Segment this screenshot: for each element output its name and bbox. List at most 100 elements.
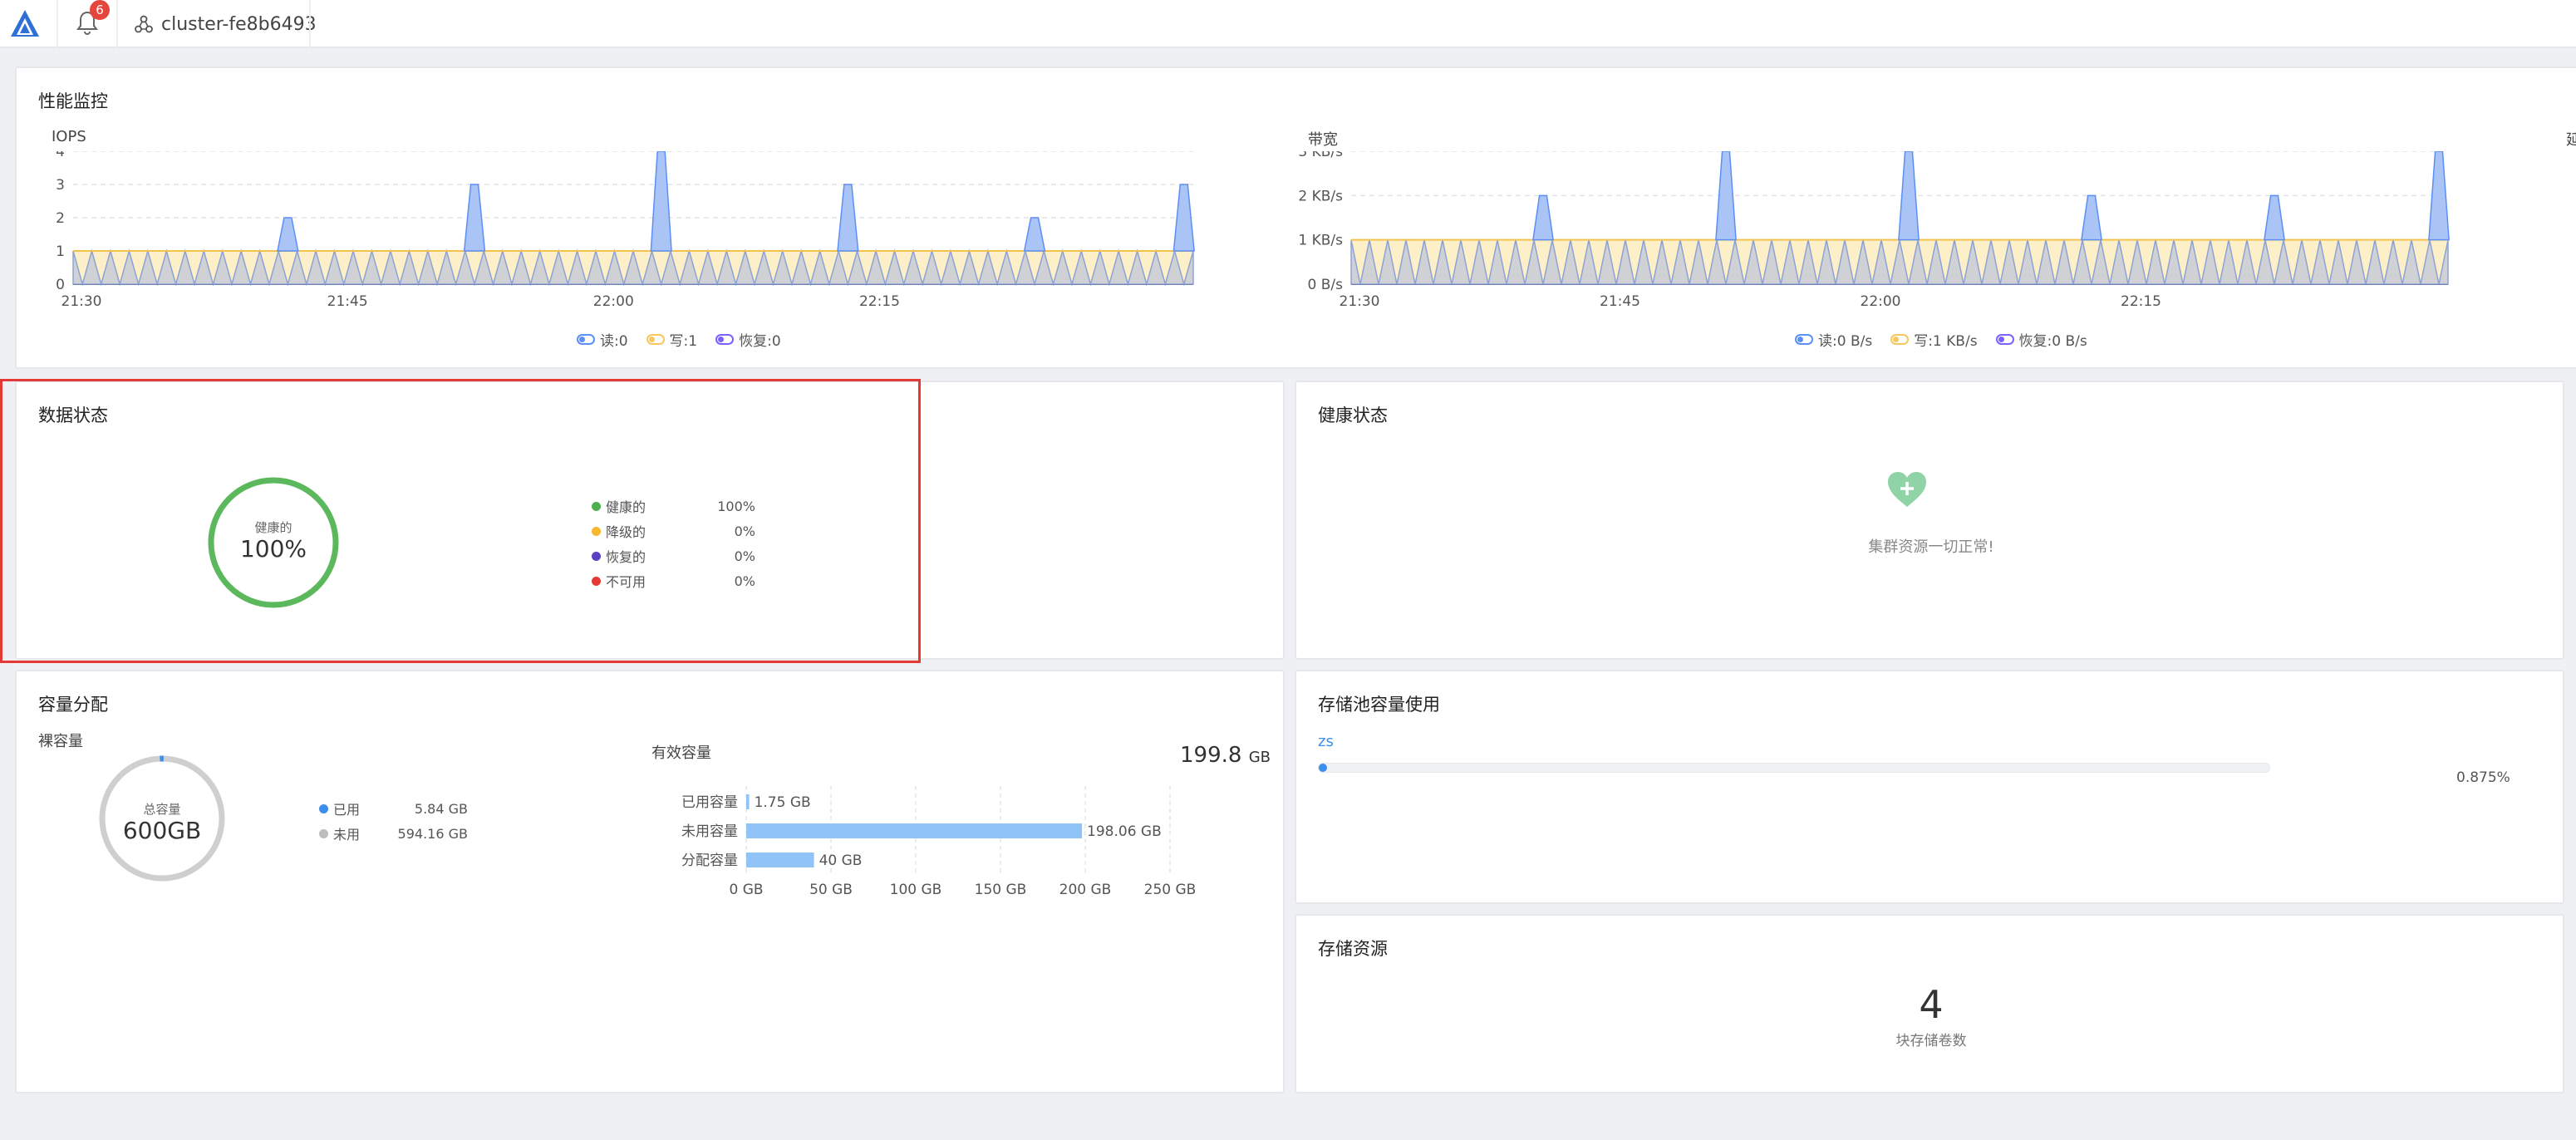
bandwidth-label: 带宽 (1308, 131, 1338, 149)
read-series-point (1532, 194, 1554, 241)
capacity-legend-item: 已用 5.84 GB (319, 796, 485, 821)
volume-count[interactable]: 4 (1296, 982, 2566, 1027)
bandwidth-chart: 0 B/s 1 KB/s 2 KB/s 3 KB/s 21:30 21:45 22:00 22… (1298, 151, 2450, 310)
legend-label: 恢复:0 (739, 333, 781, 350)
legend-label: 写:1 KB/s (1914, 333, 1978, 350)
effective-capacity-total: 199.8 GB (1180, 743, 1271, 768)
capacity-card: 容量分配 裸容量 总容量 600GB 已用 5.84 GB 未用 594.16 GB … (15, 670, 1285, 1093)
legend-label: 不可用 (606, 574, 646, 590)
storage-resource-title: 存储资源 (1318, 939, 1388, 959)
app-logo-icon[interactable] (8, 7, 42, 40)
total-capacity-label: 总容量 (143, 802, 181, 817)
pool-usage-percent: 0.875% (2456, 769, 2510, 786)
bar-category-label: 已用容量 (681, 794, 738, 811)
x-tick-label: 200 GB (1059, 882, 1112, 898)
iops-chart: 0 1 2 3 4 21:30 21:45 22:00 22:15 (56, 151, 1195, 310)
read-series-point (1715, 151, 1737, 241)
y-tick-label: 4 (56, 151, 65, 160)
y-tick-label: 2 (56, 210, 65, 227)
total-capacity-value: 600GB (122, 817, 202, 844)
pool-usage-card: 存储池容量使用 zs 0.875% (1295, 670, 2564, 904)
performance-card: 性能监控 IOPS 带宽 延 0 1 2 3 4 21:30 21:45 22:00 22:15… (15, 66, 2576, 369)
legend-toggle-icon (646, 334, 665, 345)
notification-badge: 6 (90, 0, 110, 20)
legend-value: 0% (734, 572, 755, 589)
legend-label: 读:0 (600, 333, 628, 350)
iops-legend: 读:0 写:1 恢复:0 (577, 329, 781, 350)
latency-label: 延 (2566, 131, 2576, 149)
legend-value: 0% (734, 523, 755, 539)
x-tick-label: 22:15 (859, 293, 900, 310)
legend-toggle-icon (577, 334, 595, 345)
x-tick-label: 21:45 (1600, 293, 1640, 310)
data-status-card: 数据状态 健康的 100% 健康的 100% 降级的 0% 恢复的 0% 不可用 0% (15, 381, 1285, 660)
y-tick-label: 1 KB/s (1298, 233, 1343, 249)
legend-dot (319, 803, 328, 813)
raw-capacity-label: 裸容量 (38, 733, 83, 750)
write-series-area (72, 248, 1194, 287)
x-tick-label: 100 GB (890, 882, 942, 898)
pool-name[interactable]: zs (1318, 733, 1334, 750)
data-status-legend: 健康的 100% 降级的 0% 恢复的 0% 不可用 0% (592, 494, 799, 593)
bar (746, 794, 750, 809)
read-series-point (837, 184, 859, 252)
y-tick-label: 2 KB/s (1298, 188, 1343, 204)
read-series-point (463, 184, 486, 252)
health-card: 健康状态 集群资源一切正常! (1295, 381, 2564, 660)
x-tick-label: 0 GB (729, 882, 763, 898)
x-tick-label: 150 GB (975, 882, 1027, 898)
legend-item[interactable]: 读:0 B/s (1795, 329, 1872, 350)
legend-item[interactable]: 恢复:0 B/s (1995, 329, 2087, 350)
cluster-selector[interactable]: cluster-fe8b6493 (135, 10, 317, 38)
y-tick-label: 0 (56, 277, 65, 293)
bandwidth-legend: 读:0 B/s 写:1 KB/s 恢复:0 B/s (1795, 329, 2087, 350)
legend-dot (319, 828, 328, 838)
bar-category-label: 分配容量 (681, 853, 738, 869)
legend-value: 100% (717, 498, 755, 514)
y-tick-label: 3 KB/s (1298, 151, 1343, 160)
legend-item[interactable]: 写:1 (646, 329, 697, 350)
read-series-point (2081, 194, 2102, 241)
cluster-icon (135, 15, 153, 33)
x-tick-label: 22:00 (593, 293, 634, 310)
read-series-point (1023, 217, 1046, 252)
read-series-point (650, 151, 672, 252)
heart-plus-icon (1888, 472, 1926, 507)
effective-capacity-unit: GB (1248, 749, 1271, 766)
legend-value: 594.16 GB (397, 825, 468, 842)
y-tick-label: 1 (56, 243, 65, 260)
top-bar: 6 cluster-fe8b6493 (0, 0, 2576, 48)
data-status-legend-item: 健康的 100% (592, 494, 799, 518)
data-status-legend-item: 恢复的 0% (592, 543, 799, 568)
data-status-donut-value: 100% (239, 535, 307, 563)
legend-item[interactable]: 恢复:0 (715, 329, 781, 350)
health-message: 集群资源一切正常! (1868, 538, 1994, 556)
legend-label: 健康的 (606, 499, 646, 515)
effective-capacity-label: 有效容量 (651, 744, 711, 762)
legend-value: 0% (734, 548, 755, 564)
read-series-point (2428, 151, 2450, 241)
legend-label: 恢复的 (606, 549, 646, 565)
data-status-legend-item: 降级的 0% (592, 518, 799, 543)
legend-dot (592, 551, 601, 561)
bar-category-label: 未用容量 (681, 823, 738, 840)
effective-capacity-value: 199.8 (1180, 743, 1242, 768)
data-status-title: 数据状态 (38, 405, 108, 425)
legend-dot (592, 526, 601, 536)
legend-item[interactable]: 读:0 (577, 329, 628, 350)
legend-label: 降级的 (606, 524, 646, 540)
volume-count-label: 块存储卷数 (1895, 1033, 1967, 1049)
legend-toggle-icon (1890, 334, 1910, 345)
iops-label: IOPS (52, 128, 86, 145)
y-tick-label: 0 B/s (1308, 277, 1344, 293)
read-series-point (1172, 184, 1195, 252)
x-tick-label: 250 GB (1144, 882, 1197, 898)
y-tick-label: 3 (56, 177, 65, 194)
x-tick-label: 21:30 (1340, 293, 1380, 310)
capacity-legend: 已用 5.84 GB 未用 594.16 GB (319, 796, 485, 846)
legend-item[interactable]: 写:1 KB/s (1890, 329, 1978, 350)
performance-title: 性能监控 (38, 91, 108, 111)
data-status-legend-item: 不可用 0% (592, 568, 799, 593)
legend-label: 恢复:0 B/s (2018, 333, 2087, 350)
bar (746, 853, 814, 867)
